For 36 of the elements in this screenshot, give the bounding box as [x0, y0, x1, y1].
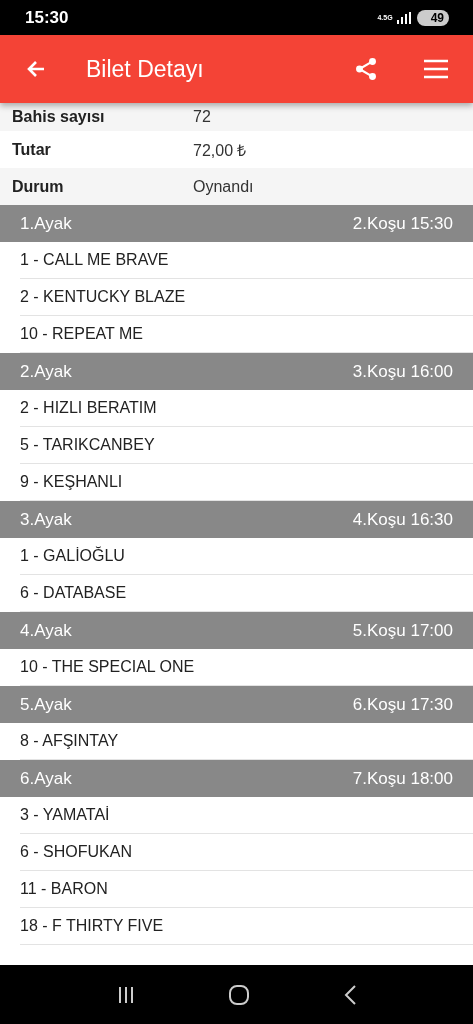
- screen-title: Bilet Detayı: [86, 55, 205, 83]
- race-time: 6.Koşu 17:30: [352, 694, 453, 715]
- leg-name: 1.Ayak: [20, 213, 72, 234]
- leg-name: 4.Ayak: [20, 620, 72, 641]
- detail-value: Oynandı: [193, 177, 254, 196]
- horse-entry: 2 - HIZLI BERATIM: [20, 390, 473, 427]
- leg-name: 2.Ayak: [20, 361, 72, 382]
- horse-entry: 5 - TARIKCANBEY: [20, 427, 473, 464]
- clock: 15:30: [25, 7, 70, 28]
- signal-icon: [396, 11, 411, 24]
- battery-level: 49: [416, 9, 449, 26]
- detail-label: Bahis sayısı: [12, 108, 106, 126]
- horse-entry: 6 - SHOFUKAN: [20, 834, 473, 871]
- detail-value: 72: [193, 108, 211, 126]
- leg-name: 6.Ayak: [20, 768, 72, 789]
- leg-name: 3.Ayak: [20, 509, 72, 530]
- leg-name: 5.Ayak: [20, 694, 72, 715]
- horse-entry: 2 - KENTUCKY BLAZE: [20, 279, 473, 316]
- horse-entry: 1 - CALL ME BRAVE: [20, 242, 473, 279]
- chevron-left-icon: [342, 983, 357, 1006]
- three-lines-icon: [116, 985, 135, 1004]
- detail-label: Tutar: [12, 140, 52, 159]
- horse-entry: 11 - BARON: [20, 871, 473, 908]
- horse-entry: 1 - GALİOĞLU: [20, 538, 473, 575]
- race-time: 3.Koşu 16:00: [352, 361, 453, 382]
- detail-label: Durum: [12, 177, 65, 196]
- menu-icon: [423, 58, 449, 80]
- race-time: 7.Koşu 18:00: [352, 768, 453, 789]
- horse-entry: 18 - F THIRTY FIVE: [20, 908, 473, 945]
- race-time: 4.Koşu 16:30: [352, 509, 453, 530]
- share-icon: [353, 56, 379, 82]
- detail-value: 72,00 ₺: [193, 140, 247, 161]
- horse-entry: 3 - YAMATAİ: [20, 797, 473, 834]
- race-time: 2.Koşu 15:30: [352, 213, 453, 234]
- rounded-square-icon: [227, 983, 250, 1006]
- race-time: 5.Koşu 17:00: [352, 620, 453, 641]
